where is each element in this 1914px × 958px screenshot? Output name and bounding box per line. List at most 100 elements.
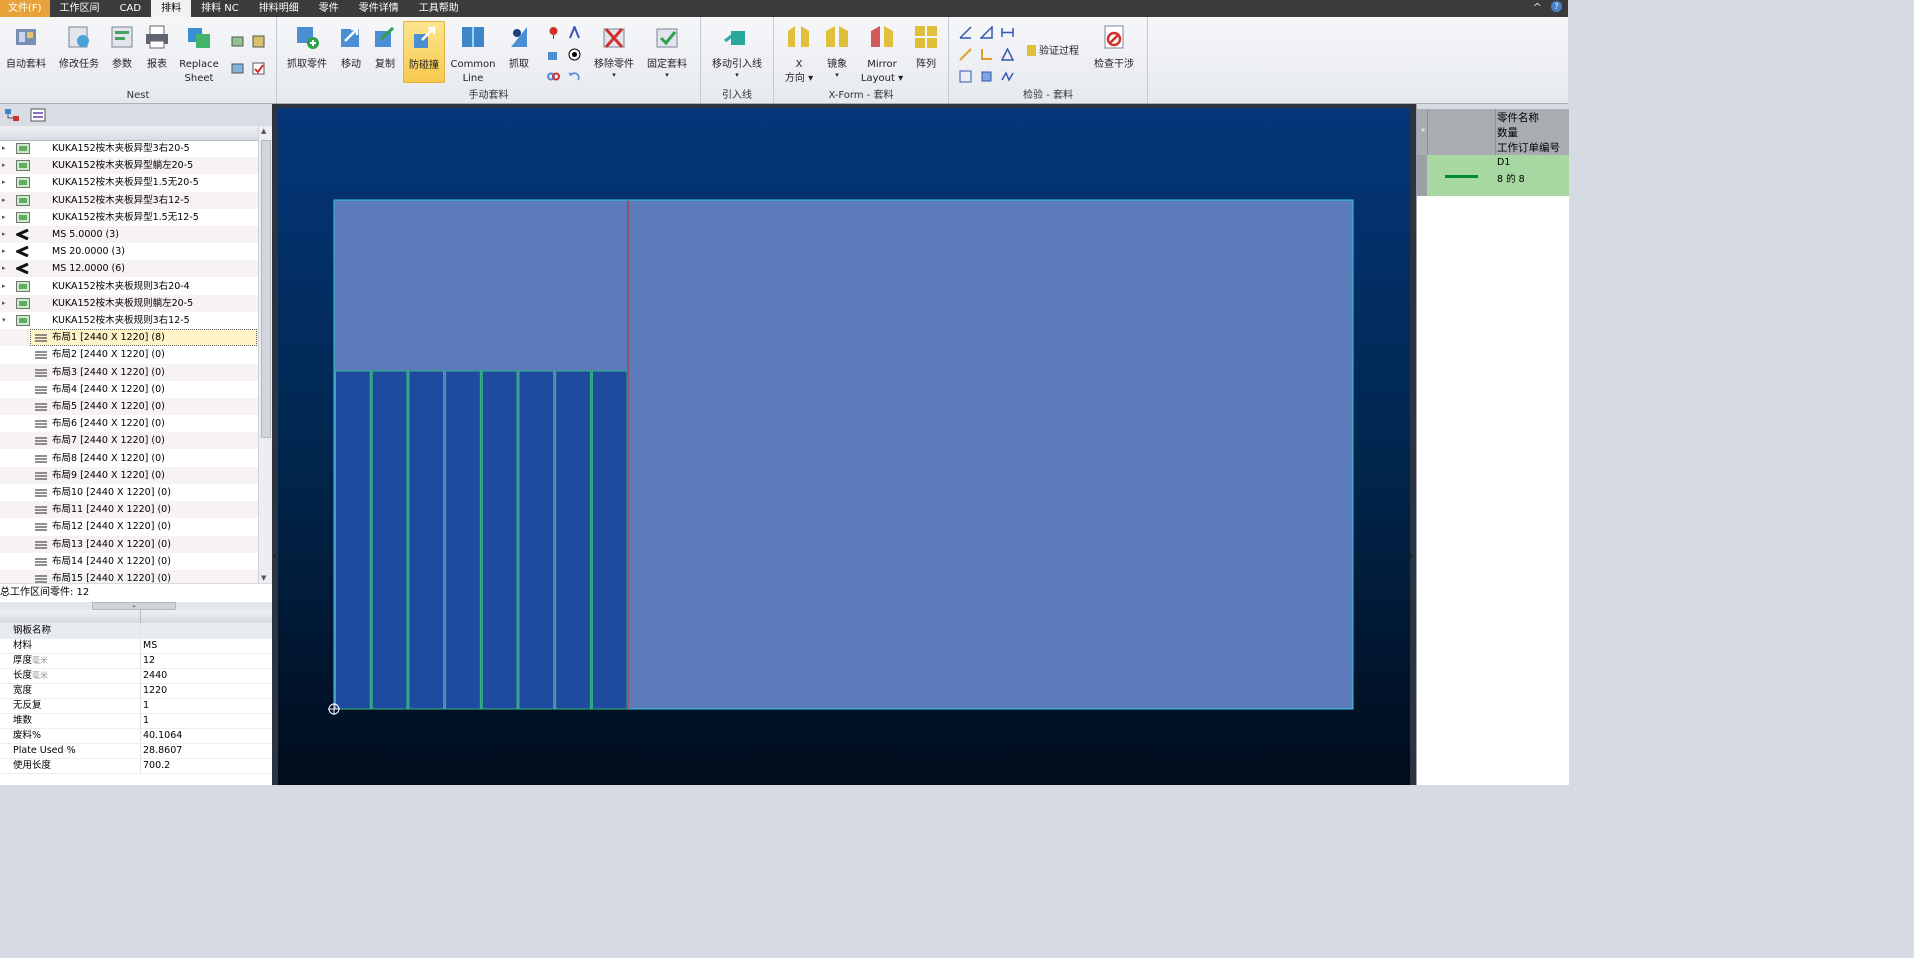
layout-row[interactable]: 布局4 [2440 X 1220] (0) — [0, 381, 258, 398]
property-row[interactable]: 宽度 1220 — [0, 683, 272, 699]
property-row[interactable]: 厚度毫米 12 — [0, 653, 272, 669]
part-row[interactable]: D1 8 的 8 — [1417, 155, 1569, 196]
expand-icon[interactable]: ▸ — [2, 174, 8, 191]
grab-button[interactable]: 抓取 — [505, 21, 533, 72]
tree-row[interactable]: ▸ KUKA152桉木夹板异型3右12-5 — [0, 191, 258, 209]
measure-chain-icon[interactable] — [1001, 70, 1014, 83]
panel-splitter[interactable]: ⌄ — [0, 602, 272, 610]
layout-row[interactable]: 布局9 [2440 X 1220] (0) — [0, 466, 258, 484]
move-button[interactable]: 移动 — [337, 21, 365, 72]
x-direction-button[interactable]: X 方向 ▾ — [784, 21, 814, 86]
property-value[interactable]: 40.1064 — [143, 728, 182, 743]
replace-sheet-button[interactable]: Replace Sheet — [176, 21, 222, 86]
remove-part-button[interactable]: 移除零件 ▾ — [589, 21, 639, 79]
expand-icon[interactable]: ▸ — [2, 209, 8, 226]
menu-nest[interactable]: 排料 — [151, 0, 192, 17]
scroll-down-icon[interactable]: ▼ — [261, 574, 266, 582]
layout-row[interactable]: 布局11 [2440 X 1220] (0) — [0, 501, 258, 519]
menu-nest-nc[interactable]: 排料 NC — [191, 0, 249, 17]
tree-row[interactable]: ▸ KUKA152桉木夹板异型躺左20-5 — [0, 157, 258, 175]
tree-row[interactable]: ▸ MS 20.0000 (3) — [0, 243, 258, 260]
layout-row[interactable]: 布局8 [2440 X 1220] (0) — [0, 450, 258, 467]
check-interference-button[interactable]: 检查干涉 — [1091, 21, 1137, 72]
expand-icon[interactable]: ▸ — [2, 295, 8, 312]
expand-icon[interactable]: ▾ — [2, 312, 8, 329]
expand-icon[interactable]: ▸ — [2, 226, 8, 243]
property-value[interactable]: 12 — [143, 653, 155, 668]
nested-part[interactable] — [518, 370, 555, 710]
property-value[interactable]: 1 — [143, 698, 149, 713]
measure-grid-icon[interactable] — [959, 70, 972, 83]
nested-part[interactable] — [408, 370, 445, 710]
measure-box-icon[interactable] — [980, 70, 993, 83]
nest-canvas[interactable] — [278, 108, 1410, 785]
layout-row[interactable]: 布局5 [2440 X 1220] (0) — [0, 398, 258, 415]
expand-icon[interactable]: ▸ — [2, 157, 8, 174]
small-check-image-icon[interactable] — [231, 62, 244, 75]
layout-row[interactable]: 布局12 [2440 X 1220] (0) — [0, 518, 258, 535]
measure-diagonal-icon[interactable] — [959, 48, 972, 61]
property-row[interactable]: Plate Used % 28.8607 — [0, 743, 272, 759]
menu-tools-help[interactable]: 工具帮助 — [409, 0, 469, 17]
report-button[interactable]: 报表 — [142, 21, 172, 72]
layout-row[interactable]: 布局10 [2440 X 1220] (0) — [0, 484, 258, 501]
array-button[interactable]: 阵列 — [910, 21, 942, 72]
link-parts-icon[interactable] — [547, 70, 560, 83]
measure-triangle-icon[interactable] — [1001, 48, 1014, 61]
tree-row[interactable]: ▸ MS 12.0000 (6) — [0, 260, 258, 278]
text-a-icon[interactable] — [568, 26, 581, 39]
collapse-left-icon[interactable]: ‹ — [273, 552, 277, 562]
measure-slope-icon[interactable] — [980, 26, 993, 39]
property-value[interactable]: MS — [143, 638, 157, 653]
ribbon-minimize-button[interactable]: ^ — [1533, 0, 1542, 15]
tree-row[interactable]: ▸ KUKA152桉木夹板异型1.5无12-5 — [0, 209, 258, 226]
pin-icon[interactable] — [547, 26, 560, 39]
property-row[interactable]: 堆数 1 — [0, 713, 272, 729]
modify-task-button[interactable]: 修改任务 — [56, 21, 102, 72]
grab-part-button[interactable]: 抓取零件 — [285, 21, 329, 72]
list-view-tab-icon[interactable] — [30, 108, 46, 122]
tree-view-tab-icon[interactable] — [4, 108, 20, 122]
layout-row[interactable]: 布局6 [2440 X 1220] (0) — [0, 415, 258, 432]
expand-icon[interactable]: ▸ — [2, 278, 8, 295]
expand-icon[interactable]: ▸ — [2, 140, 8, 157]
mirror-layout-button[interactable]: Mirror Layout ▾ — [860, 21, 904, 86]
tree-scrollbar[interactable]: ▲ ▼ — [258, 126, 272, 583]
tree-row[interactable]: ▸ KUKA152桉木夹板异型3右20-5 — [0, 140, 258, 157]
nested-part[interactable] — [481, 370, 518, 710]
nested-part[interactable] — [371, 370, 408, 710]
splitter-chevron-icon[interactable]: ⌄ — [92, 602, 176, 610]
layout-row[interactable]: 布局14 [2440 X 1220] (0) — [0, 553, 258, 570]
tree-row[interactable]: ▸ MS 5.0000 (3) — [0, 226, 258, 243]
layout-row[interactable]: 布局7 [2440 X 1220] (0) — [0, 432, 258, 450]
header-part-name[interactable]: 零件名称 — [1497, 110, 1539, 125]
expand-icon[interactable]: ▸ — [2, 192, 8, 209]
menu-file[interactable]: 文件(F) — [0, 0, 50, 17]
expand-icon[interactable]: ▸ — [2, 243, 8, 260]
menu-cad[interactable]: CAD — [110, 0, 152, 17]
layout-row[interactable]: 布局13 [2440 X 1220] (0) — [0, 535, 258, 553]
layout-row[interactable]: 布局15 [2440 X 1220] (0) — [0, 570, 258, 583]
undo-move-icon[interactable] — [568, 70, 581, 83]
tree-row[interactable]: ▸ KUKA152桉木夹板异型1.5无20-5 — [0, 174, 258, 191]
property-row[interactable]: 使用长度 700.2 — [0, 758, 272, 774]
layout-row[interactable]: 布局3 [2440 X 1220] (0) — [0, 363, 258, 381]
small-image-icon[interactable] — [231, 35, 244, 48]
mirror-button[interactable]: 镜象 ▾ — [822, 21, 852, 79]
property-row[interactable]: 钢板名称 — [0, 623, 272, 639]
layout-row[interactable]: 布局1 [2440 X 1220] (8) — [0, 329, 258, 347]
header-quantity[interactable]: 数量 — [1497, 125, 1518, 140]
copy-button[interactable]: 复制 — [371, 21, 399, 72]
measure-corner-icon[interactable] — [980, 48, 993, 61]
menu-parts[interactable]: 零件 — [309, 0, 349, 17]
property-row[interactable]: 无反复 1 — [0, 698, 272, 714]
property-value[interactable]: 28.8607 — [143, 743, 182, 758]
tree-row[interactable]: ▸ KUKA152桉木夹板规则3右20-4 — [0, 278, 258, 295]
auto-nest-button[interactable]: 自动套料 — [4, 21, 48, 72]
nested-part[interactable] — [555, 370, 591, 710]
scroll-up-icon[interactable]: ▲ — [261, 127, 266, 135]
property-row[interactable]: 长度毫米 2440 — [0, 668, 272, 684]
nested-part[interactable] — [335, 370, 371, 710]
verify-process-button[interactable]: 验证过程 — [1027, 45, 1097, 59]
menu-part-detail[interactable]: 零件详情 — [349, 0, 409, 17]
